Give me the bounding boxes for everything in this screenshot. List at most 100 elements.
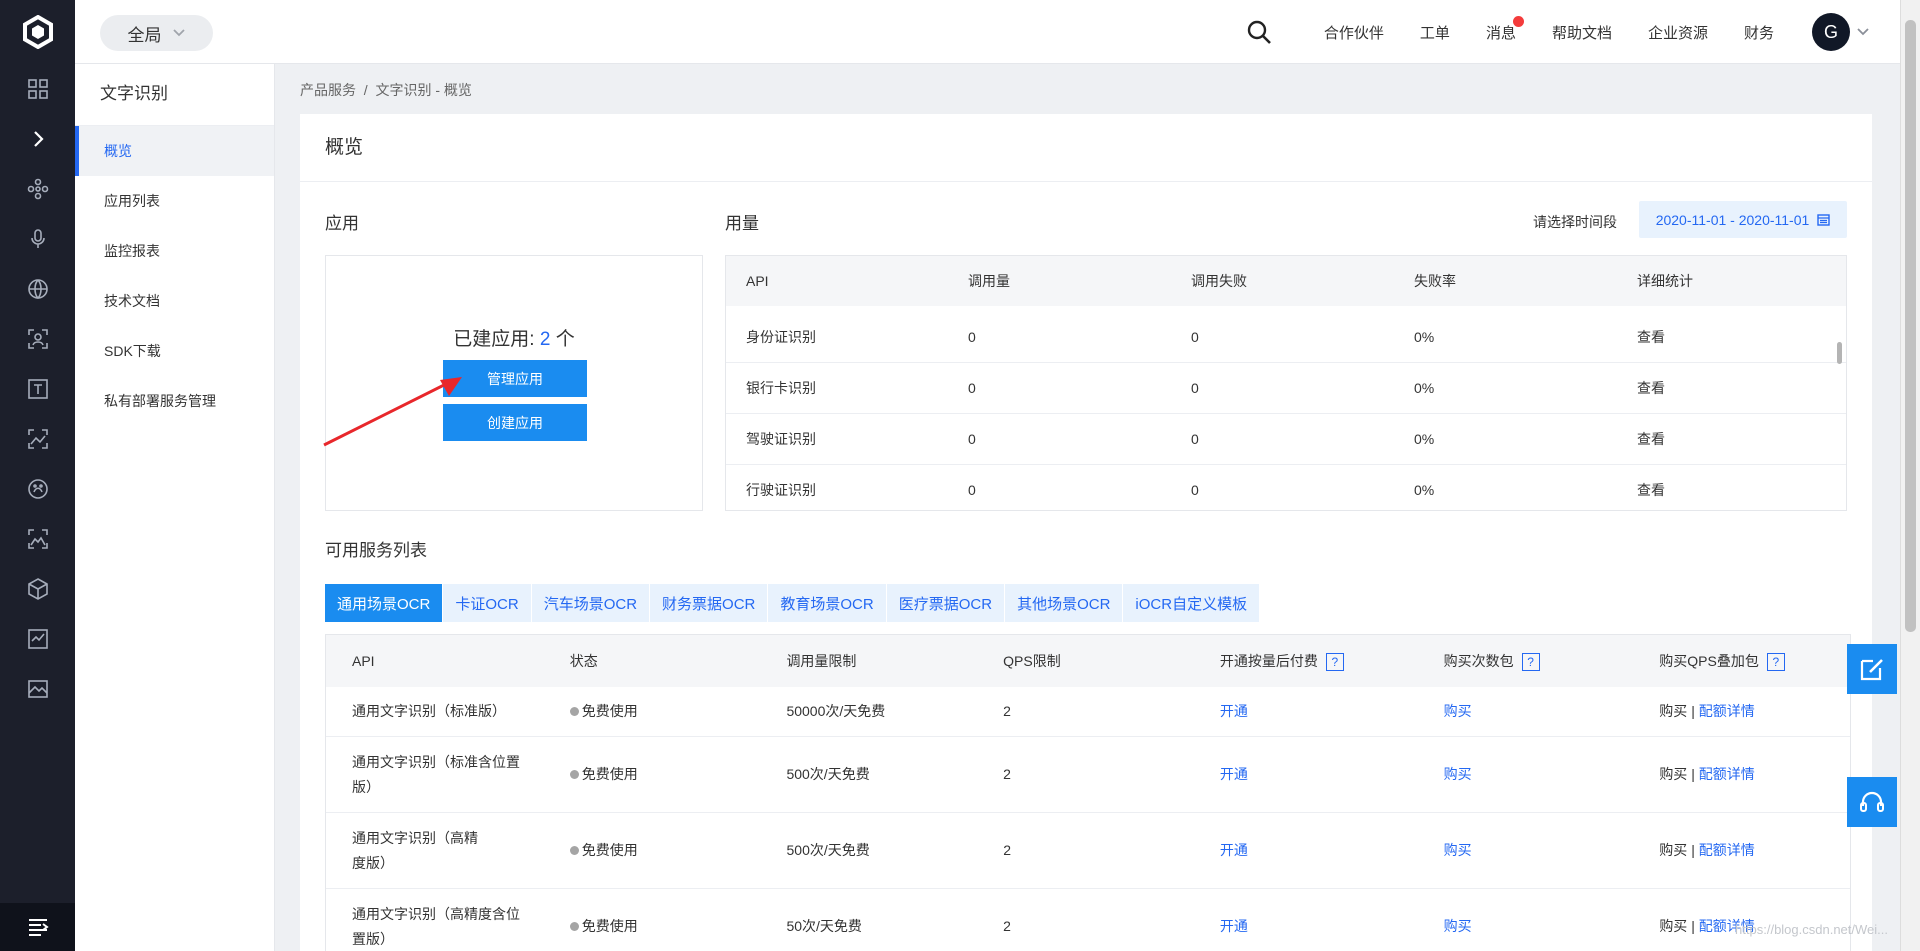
status-text: 免费使用: [581, 918, 638, 934]
date-range-picker[interactable]: 2020-11-01 - 2020-11-01: [1639, 201, 1847, 238]
face-icon[interactable]: [0, 464, 75, 514]
api-name: 通用文字识别（标准含位置版）: [352, 753, 520, 795]
sidebar-item-monitoring[interactable]: 监控报表: [75, 226, 274, 276]
logo-icon[interactable]: [0, 0, 75, 64]
buy-qps-link[interactable]: 购买: [1659, 842, 1687, 858]
separator: |: [1691, 918, 1695, 934]
call-count: 0: [968, 380, 976, 396]
breadcrumb-parent[interactable]: 产品服务: [300, 82, 356, 98]
qps-limit: 2: [1003, 766, 1011, 782]
quota-details-link[interactable]: 配额详情: [1699, 703, 1755, 719]
usage-table-scrollbar[interactable]: [1836, 306, 1844, 510]
call-limit: 50000次/天免费: [786, 703, 886, 719]
sidebar-item-tech-docs[interactable]: 技术文档: [75, 276, 274, 326]
services-section-title: 可用服务列表: [325, 541, 427, 560]
table-row: 通用文字识别（高精度版） 免费使用 500次/天免费 2 开通 购买 购买 | …: [326, 813, 1850, 889]
buy-qps-link[interactable]: 购买: [1659, 703, 1687, 719]
create-app-button[interactable]: 创建应用: [443, 404, 587, 441]
help-icon[interactable]: ?: [1766, 652, 1785, 671]
column-header-label: 购买QPS叠加包: [1659, 652, 1759, 669]
nav-messages[interactable]: 消息: [1486, 15, 1524, 43]
chevron-down-icon[interactable]: [1856, 27, 1870, 37]
sidebar-title: 文字识别: [75, 64, 274, 126]
tab-card-ocr[interactable]: 卡证OCR: [443, 584, 532, 622]
buy-pack-link[interactable]: 购买: [1444, 766, 1472, 782]
help-icon[interactable]: ?: [1325, 652, 1344, 671]
quota-details-link[interactable]: 配额详情: [1699, 766, 1755, 782]
sidebar-item-app-list[interactable]: 应用列表: [75, 176, 274, 226]
status-badge: 免费使用: [544, 762, 761, 787]
customer-support-button[interactable]: [1847, 777, 1897, 827]
tab-vehicle-ocr[interactable]: 汽车场景OCR: [531, 584, 651, 622]
buy-qps-link[interactable]: 购买: [1659, 918, 1687, 934]
avatar[interactable]: G: [1812, 13, 1850, 51]
tab-medical-ocr[interactable]: 医疗票据OCR: [886, 584, 1006, 622]
separator: |: [1691, 703, 1695, 719]
help-icon[interactable]: ?: [1521, 652, 1540, 671]
service-tabs: 通用场景OCR 卡证OCR 汽车场景OCR 财务票据OCR 教育场景OCR 医疗…: [325, 584, 1261, 622]
quota-details-link[interactable]: 配额详情: [1699, 842, 1755, 858]
headset-icon: [1860, 791, 1884, 812]
menu-icon[interactable]: [0, 903, 75, 951]
apps-panel: 已建应用: 2 个 管理应用 创建应用: [325, 255, 703, 511]
column-header: QPS限制: [1003, 652, 1061, 669]
status-badge: 免费使用: [544, 914, 761, 939]
report-icon[interactable]: [0, 614, 75, 664]
page-scrollbar[interactable]: [1900, 0, 1920, 951]
enable-postpaid-link[interactable]: 开通: [1220, 766, 1248, 782]
failure-rate: 0%: [1414, 431, 1435, 447]
chevron-right-icon[interactable]: [0, 114, 75, 164]
search-icon[interactable]: [1246, 19, 1272, 45]
tab-other-ocr[interactable]: 其他场景OCR: [1005, 584, 1124, 622]
enable-postpaid-link[interactable]: 开通: [1220, 703, 1248, 719]
tab-education-ocr[interactable]: 教育场景OCR: [768, 584, 887, 622]
scrollbar-thumb[interactable]: [1905, 20, 1916, 632]
failed-count: 0: [1191, 380, 1199, 396]
scope-selector[interactable]: 全局: [100, 15, 213, 51]
grid-icon[interactable]: [0, 64, 75, 114]
landscape-icon[interactable]: [0, 664, 75, 714]
nav-help-docs[interactable]: 帮助文档: [1552, 22, 1612, 43]
nav-enterprise-resources[interactable]: 企业资源: [1648, 22, 1708, 43]
tab-general-ocr[interactable]: 通用场景OCR: [325, 584, 444, 622]
manage-apps-button[interactable]: 管理应用: [443, 360, 587, 397]
enable-postpaid-link[interactable]: 开通: [1220, 842, 1248, 858]
nav-finance[interactable]: 财务: [1744, 22, 1774, 43]
feedback-button[interactable]: [1847, 644, 1897, 694]
table-row: 通用文字识别（标准含位置版） 免费使用 500次/天免费 2 开通 购买 购买 …: [326, 737, 1850, 813]
table-header: API 状态 调用量限制 QPS限制 开通按量后付费? 购买次数包? 购买QPS…: [326, 635, 1850, 687]
date-range-value: 2020-11-01 - 2020-11-01: [1655, 211, 1810, 228]
microphone-icon[interactable]: [0, 214, 75, 264]
cube-icon[interactable]: [0, 564, 75, 614]
sidebar-item-sdk-download[interactable]: SDK下载: [75, 326, 274, 376]
view-details-link[interactable]: 查看: [1617, 378, 1822, 398]
failure-rate: 0%: [1414, 482, 1435, 498]
sidebar-item-private-deploy[interactable]: 私有部署服务管理: [75, 376, 274, 426]
table-row: 通用文字识别（高精度含位置版） 免费使用 50次/天免费 2 开通 购买 购买 …: [326, 889, 1850, 951]
enable-postpaid-link[interactable]: 开通: [1220, 918, 1248, 934]
text-icon[interactable]: [0, 364, 75, 414]
view-details-link[interactable]: 查看: [1617, 480, 1822, 500]
api-name: 行驶证识别: [746, 482, 816, 498]
photo-icon[interactable]: [0, 514, 75, 564]
qps-limit: 2: [1003, 703, 1011, 719]
api-name: 通用文字识别（高精度版）: [352, 829, 478, 871]
nav-partners[interactable]: 合作伙伴: [1324, 22, 1384, 43]
image-icon[interactable]: [0, 414, 75, 464]
sidebar-item-overview[interactable]: 概览: [75, 126, 274, 176]
call-limit: 500次/天免费: [786, 842, 870, 858]
buy-pack-link[interactable]: 购买: [1444, 703, 1472, 719]
column-header: 调用量: [968, 273, 1010, 289]
globe-icon[interactable]: [0, 264, 75, 314]
app-count-prefix: 已建应用:: [453, 329, 540, 350]
view-details-link[interactable]: 查看: [1617, 429, 1822, 449]
view-details-link[interactable]: 查看: [1617, 327, 1822, 347]
tab-iocr-template[interactable]: iOCR自定义模板: [1123, 584, 1261, 622]
nav-tickets[interactable]: 工单: [1420, 22, 1450, 43]
tab-finance-ocr[interactable]: 财务票据OCR: [650, 584, 769, 622]
buy-qps-link[interactable]: 购买: [1659, 766, 1687, 782]
network-icon[interactable]: [0, 164, 75, 214]
buy-pack-link[interactable]: 购买: [1444, 918, 1472, 934]
buy-pack-link[interactable]: 购买: [1444, 842, 1472, 858]
scan-icon[interactable]: [0, 314, 75, 364]
